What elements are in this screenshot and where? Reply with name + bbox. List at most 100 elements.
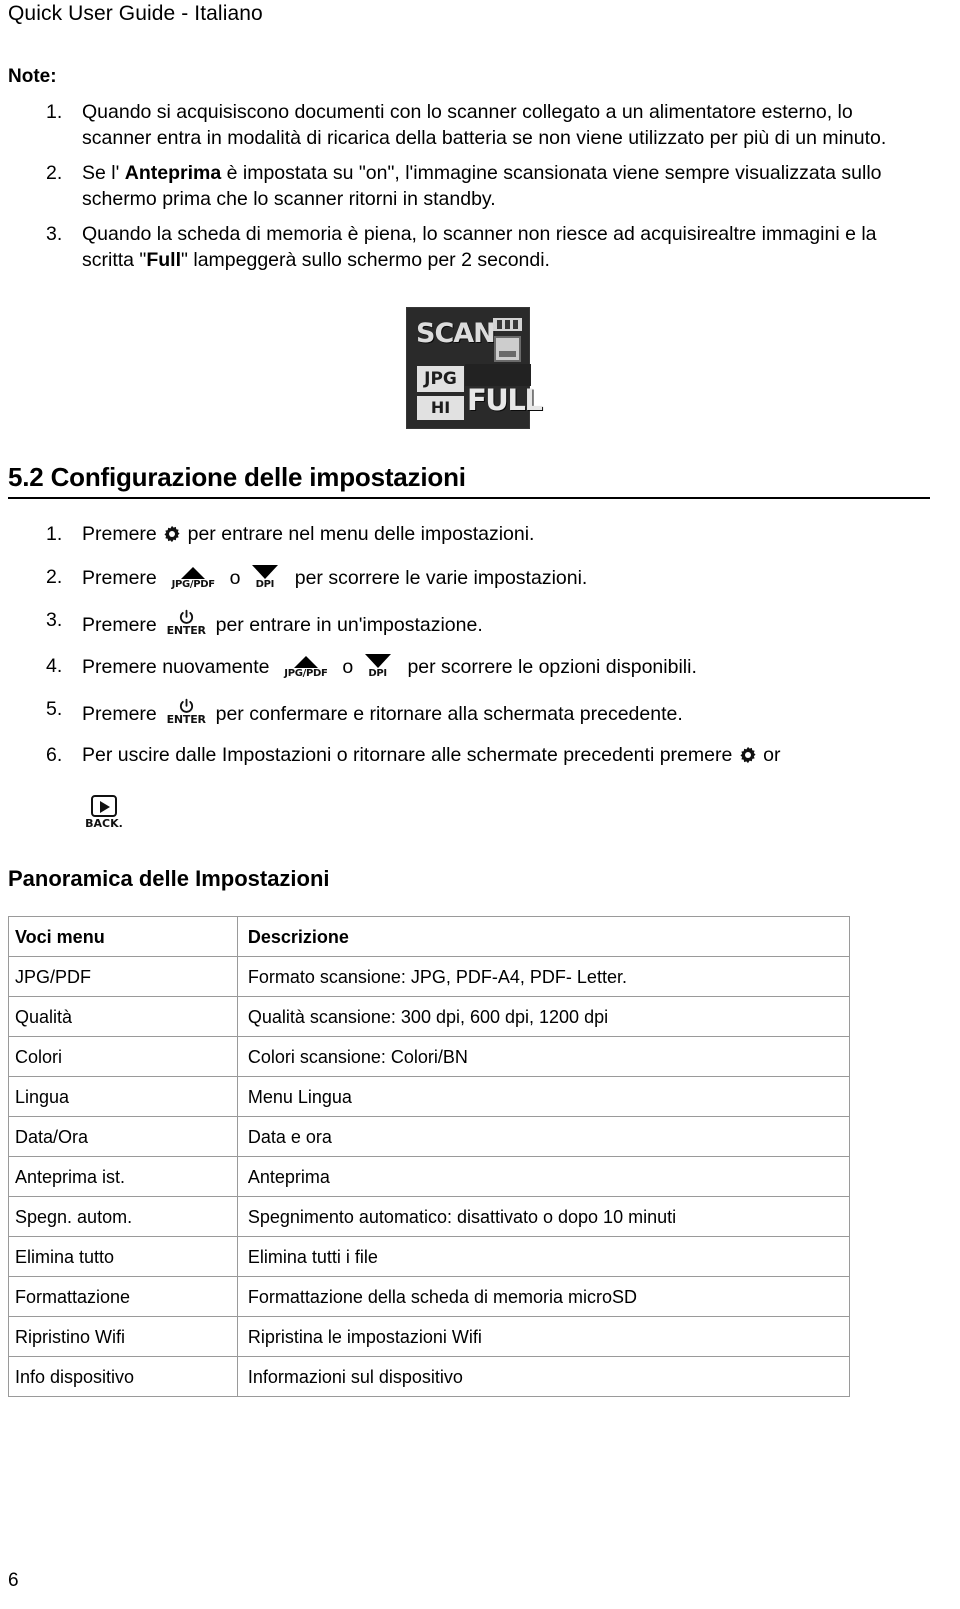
description-cell: Qualità scansione: 300 dpi, 600 dpi, 120…	[236, 996, 851, 1037]
step-number: 3.	[46, 609, 63, 631]
notes-heading: Note:	[8, 66, 57, 87]
gear-icon	[738, 745, 758, 765]
menu-item-cell: Qualità	[8, 996, 238, 1037]
note-item: 3. Quando la scheda di memoria è piena, l…	[8, 222, 908, 273]
description-cell: Formattazione della scheda di memoria mi…	[236, 1276, 851, 1317]
menu-item-cell: Spegn. autom.	[8, 1196, 238, 1237]
overview-heading: Panoramica delle Impostazioni	[8, 866, 330, 891]
table-row: Data/Ora Data e ora	[8, 1116, 851, 1157]
lcd-screen: SCAN JPG HI FULL	[406, 307, 543, 429]
back-icon-label: BACK.	[85, 817, 123, 830]
enter-button-icon: ENTER	[163, 697, 209, 725]
enter-button-icon: ENTER	[163, 608, 209, 636]
section-rule	[8, 497, 930, 499]
back-button-icon-group: BACK.	[82, 795, 126, 832]
step-number: 6.	[46, 744, 63, 766]
enter-button-label: ENTER	[166, 624, 206, 637]
power-icon	[178, 697, 195, 714]
lcd-quality-label: HI	[417, 396, 464, 420]
note-item: 2. Se l' Anteprima è impostata su "on", l…	[8, 161, 908, 212]
table-row: Elimina tutto Elimina tutti i file	[8, 1236, 851, 1277]
procedure-step: 4. Premere nuovamente JPG/PDF o DPI per s…	[46, 654, 697, 679]
table-row: Info dispositivo Informazioni sul disposi…	[8, 1356, 851, 1397]
note-text: Se l' Anteprima è impostata su "on", l'i…	[82, 162, 882, 210]
settings-table: Voci menu Descrizione JPG/PDF Formato sca…	[8, 916, 851, 1397]
procedure-step: 6. Per uscire dalle Impostazioni o ritorn…	[46, 744, 781, 766]
procedure-step: 3. Premere ENTER per entrare in un'impost…	[46, 608, 483, 637]
memory-card-icon	[494, 336, 521, 362]
notes-list: 1. Quando si acquisiscono documenti con l…	[8, 100, 908, 283]
up-arrow-button-icon: JPG/PDF	[164, 567, 222, 590]
column-header-menu-items: Voci menu	[8, 916, 238, 957]
table-header-row: Voci menu Descrizione	[8, 916, 851, 957]
power-icon	[178, 608, 195, 625]
table-row: Ripristino Wifi Ripristina le impostazion…	[8, 1316, 851, 1357]
up-arrow-icon	[293, 656, 318, 668]
menu-item-cell: JPG/PDF	[8, 956, 238, 997]
up-arrow-icon	[181, 567, 206, 579]
description-cell: Menu Lingua	[236, 1076, 851, 1117]
column-header-description: Descrizione	[236, 916, 851, 957]
note-text: Quando si acquisiscono documenti con lo …	[82, 101, 887, 149]
menu-item-cell: Formattazione	[8, 1276, 238, 1317]
description-cell: Anteprima	[236, 1156, 851, 1197]
step-text: Premere	[82, 703, 163, 725]
down-arrow-icon	[251, 565, 278, 579]
note-number: 1.	[46, 101, 63, 123]
procedure-step: 1. Premere per entrare nel menu delle imp…	[46, 523, 535, 545]
description-cell: Elimina tutti i file	[236, 1236, 851, 1277]
battery-icon	[493, 318, 522, 331]
note-item: 1. Quando si acquisiscono documenti con l…	[8, 100, 908, 151]
note-text: Quando la scheda di memoria è piena, lo …	[82, 223, 877, 271]
down-arrow-button-icon: DPI	[361, 654, 395, 679]
procedure-list: 1. Premere per entrare nel menu delle imp…	[8, 522, 948, 786]
table-row: Formattazione Formattazione della scheda …	[8, 1276, 851, 1317]
description-cell: Formato scansione: JPG, PDF-A4, PDF- Let…	[236, 956, 851, 997]
procedure-step: 5. Premere ENTER per confermare e ritorna…	[46, 697, 683, 726]
down-arrow-button-icon: DPI	[248, 565, 282, 590]
step-text: Premere	[82, 614, 163, 636]
page-number: 6	[8, 1570, 19, 1591]
up-arrow-button-icon: JPG/PDF	[277, 656, 335, 679]
description-cell: Colori scansione: Colori/BN	[236, 1036, 851, 1077]
menu-item-cell: Elimina tutto	[8, 1236, 238, 1277]
table-row: Lingua Menu Lingua	[8, 1076, 851, 1117]
jpgpdf-button-label: JPG/PDF	[284, 668, 328, 679]
gear-icon	[162, 524, 182, 544]
note-number: 2.	[46, 162, 63, 184]
menu-item-cell: Info dispositivo	[8, 1356, 238, 1397]
menu-item-cell: Data/Ora	[8, 1116, 238, 1157]
down-arrow-icon	[364, 654, 391, 668]
dpi-button-label: DPI	[255, 579, 275, 590]
description-cell: Spegnimento automatico: disattivato o do…	[236, 1196, 851, 1237]
step-text: Premere nuovamente	[82, 656, 275, 678]
document-header: Quick User Guide - Italiano	[8, 2, 263, 25]
table-row: Spegn. autom. Spegnimento automatico: dis…	[8, 1196, 851, 1237]
scanner-lcd-figure: SCAN JPG HI FULL	[406, 307, 543, 429]
jpgpdf-button-label: JPG/PDF	[171, 579, 216, 590]
menu-item-cell: Ripristino Wifi	[8, 1316, 238, 1357]
step-text: Per uscire dalle Impostazioni o ritornar…	[82, 744, 738, 766]
document-page: Quick User Guide - Italiano Note: 1. Quan…	[0, 0, 960, 1609]
section-heading: 5.2 Configurazione delle impostazioni	[8, 462, 466, 492]
back-icon: BACK.	[82, 795, 126, 830]
procedure-step: 2. Premere JPG/PDF o DPI per scorrere le …	[46, 565, 588, 590]
step-text: Premere	[82, 567, 163, 589]
back-icon-shape	[91, 795, 117, 817]
table-row: Qualità Qualità scansione: 300 dpi, 600 d…	[8, 996, 851, 1037]
enter-button-label: ENTER	[166, 713, 206, 726]
step-number: 5.	[46, 698, 63, 720]
description-cell: Ripristina le impostazioni Wifi	[236, 1316, 851, 1357]
step-text: Premere	[82, 523, 163, 545]
step-number: 1.	[46, 523, 63, 545]
menu-item-cell: Lingua	[8, 1076, 238, 1117]
dpi-button-label: DPI	[368, 668, 387, 679]
lcd-status-label: FULL	[467, 383, 543, 417]
description-cell: Data e ora	[236, 1116, 851, 1157]
table-row: Colori Colori scansione: Colori/BN	[8, 1036, 851, 1077]
step-number: 2.	[46, 566, 63, 588]
step-number: 4.	[46, 655, 63, 677]
note-number: 3.	[46, 223, 63, 245]
table-row: Anteprima ist. Anteprima	[8, 1156, 851, 1197]
lcd-format-label: JPG	[417, 366, 464, 392]
